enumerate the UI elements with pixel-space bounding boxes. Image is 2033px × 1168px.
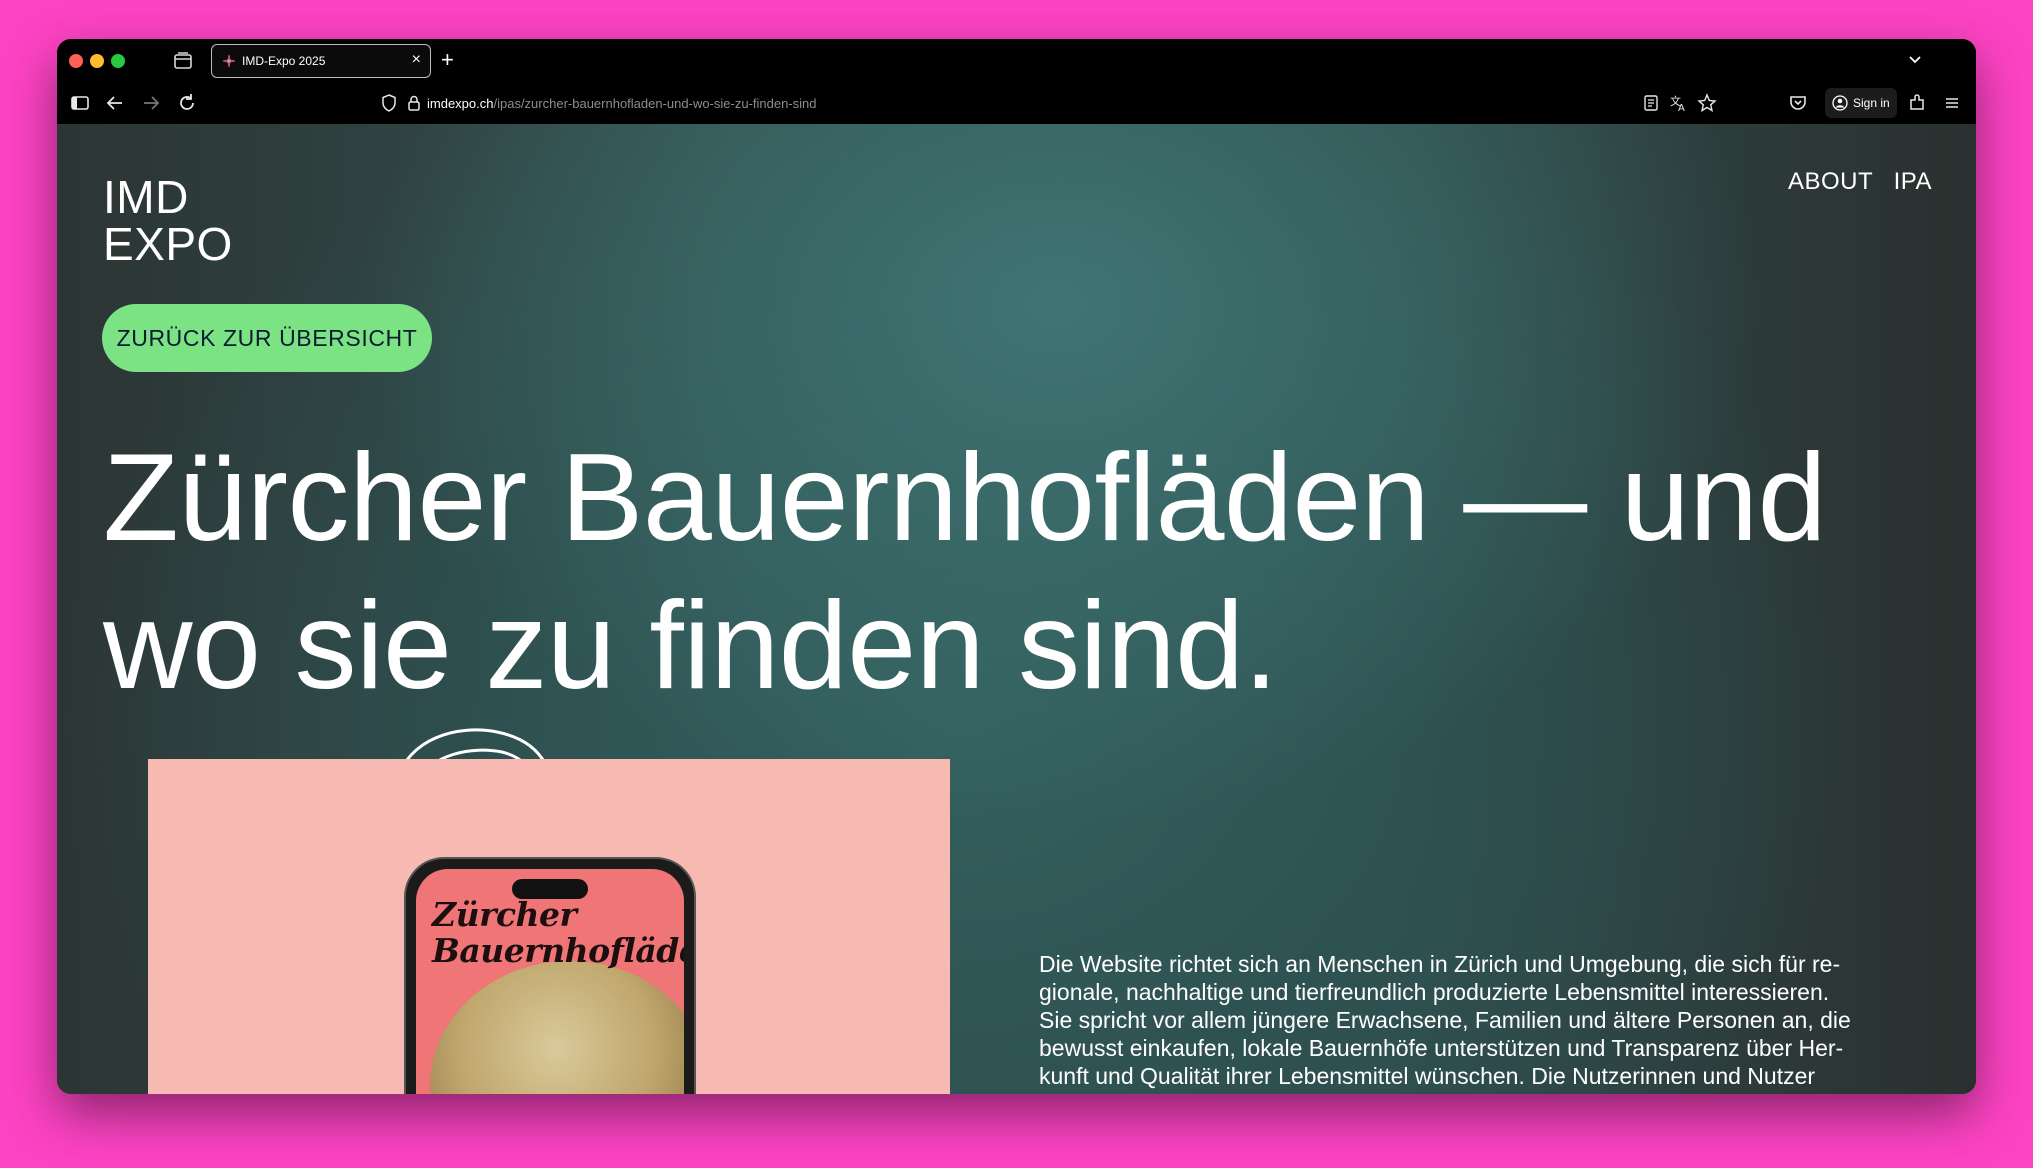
project-preview-image: Zürcher Bauernhofläden [148, 759, 950, 1094]
phone-dynamic-island [512, 879, 588, 899]
phone-title-line-1: Zürcher [432, 895, 577, 934]
logo-line-1: IMD [103, 171, 189, 223]
translate-icon[interactable]: 文 A [1669, 93, 1689, 113]
forward-icon[interactable] [140, 92, 162, 114]
navigation-bar: imdexpo.ch/ipas/zurcher-bauernhofladen-u… [57, 82, 1976, 124]
page-title: Zürcher Bauernhofläden — und wo sie zu f… [103, 429, 1827, 715]
sign-in-button[interactable]: Sign in [1825, 88, 1897, 118]
phone-title-line-2: Bauernhofläden [432, 931, 684, 970]
account-icon [1832, 95, 1848, 111]
lock-icon[interactable] [405, 93, 423, 113]
new-tab-button[interactable]: + [441, 47, 454, 73]
tab-strip: IMD-Expo 2025 × + [57, 39, 1976, 82]
browser-window: IMD-Expo 2025 × + imdexpo.ch/ipas/zurche… [57, 39, 1976, 1094]
url-path: /ipas/zurcher-bauernhofladen-und-wo-sie-… [493, 96, 817, 111]
site-nav: ABOUT IPA [1772, 168, 1932, 196]
phone-mockup: Zürcher Bauernhofläden [404, 857, 696, 1094]
project-description: Die Website richtet sich an Menschen in … [1039, 950, 1919, 1090]
extensions-icon[interactable] [1906, 92, 1928, 114]
pocket-icon[interactable] [1787, 92, 1809, 114]
site-favicon-icon [222, 54, 236, 68]
description-line: bewusst einkaufen, lokale Bauernhöfe unt… [1039, 1035, 1844, 1061]
sign-in-label: Sign in [1853, 96, 1890, 110]
phone-title: Zürcher Bauernhofläden [432, 897, 684, 969]
back-to-overview-button[interactable]: ZURÜCK ZUR ÜBERSICHT [102, 304, 432, 372]
reload-icon[interactable] [176, 92, 198, 114]
site-logo[interactable]: IMD EXPO [103, 174, 233, 268]
description-line: Sie spricht vor allem jüngere Erwachsene… [1039, 1007, 1851, 1033]
url-bar[interactable]: imdexpo.ch/ipas/zurcher-bauernhofladen-u… [329, 88, 1717, 118]
tab-title: IMD-Expo 2025 [242, 54, 326, 68]
sidebar-icon[interactable] [69, 92, 91, 114]
potato-image [430, 961, 684, 1094]
menu-icon[interactable] [1941, 92, 1963, 114]
web-page: IMD EXPO ABOUT IPA ZURÜCK ZUR ÜBERSICHT … [57, 124, 1976, 1094]
description-line: Die Website richtet sich an Menschen in … [1039, 951, 1841, 977]
tab-close-button[interactable]: × [412, 51, 421, 69]
nav-link-ipa[interactable]: IPA [1894, 168, 1932, 195]
active-tab[interactable]: IMD-Expo 2025 × [211, 44, 431, 78]
close-window-button[interactable] [69, 54, 83, 68]
url-host: imdexpo.ch [427, 96, 494, 111]
minimize-window-button[interactable] [90, 54, 104, 68]
shield-icon[interactable] [379, 93, 399, 113]
url-text[interactable]: imdexpo.ch/ipas/zurcher-bauernhofladen-u… [427, 96, 817, 111]
tab-overview-icon[interactable] [172, 50, 194, 72]
logo-line-2: EXPO [103, 218, 233, 270]
svg-text:A: A [1678, 103, 1685, 113]
nav-link-about[interactable]: ABOUT [1788, 168, 1873, 195]
bookmark-star-icon[interactable] [1697, 93, 1717, 113]
back-icon[interactable] [104, 92, 126, 114]
description-line: kunft und Qualität ihrer Lebensmittel wü… [1039, 1063, 1816, 1089]
reader-view-icon[interactable] [1642, 93, 1660, 113]
maximize-window-button[interactable] [111, 54, 125, 68]
phone-screen: Zürcher Bauernhofläden [416, 869, 684, 1094]
chevron-down-icon[interactable] [1906, 50, 1924, 68]
description-line: gionale, nachhaltige und tierfreundlich … [1039, 979, 1830, 1005]
